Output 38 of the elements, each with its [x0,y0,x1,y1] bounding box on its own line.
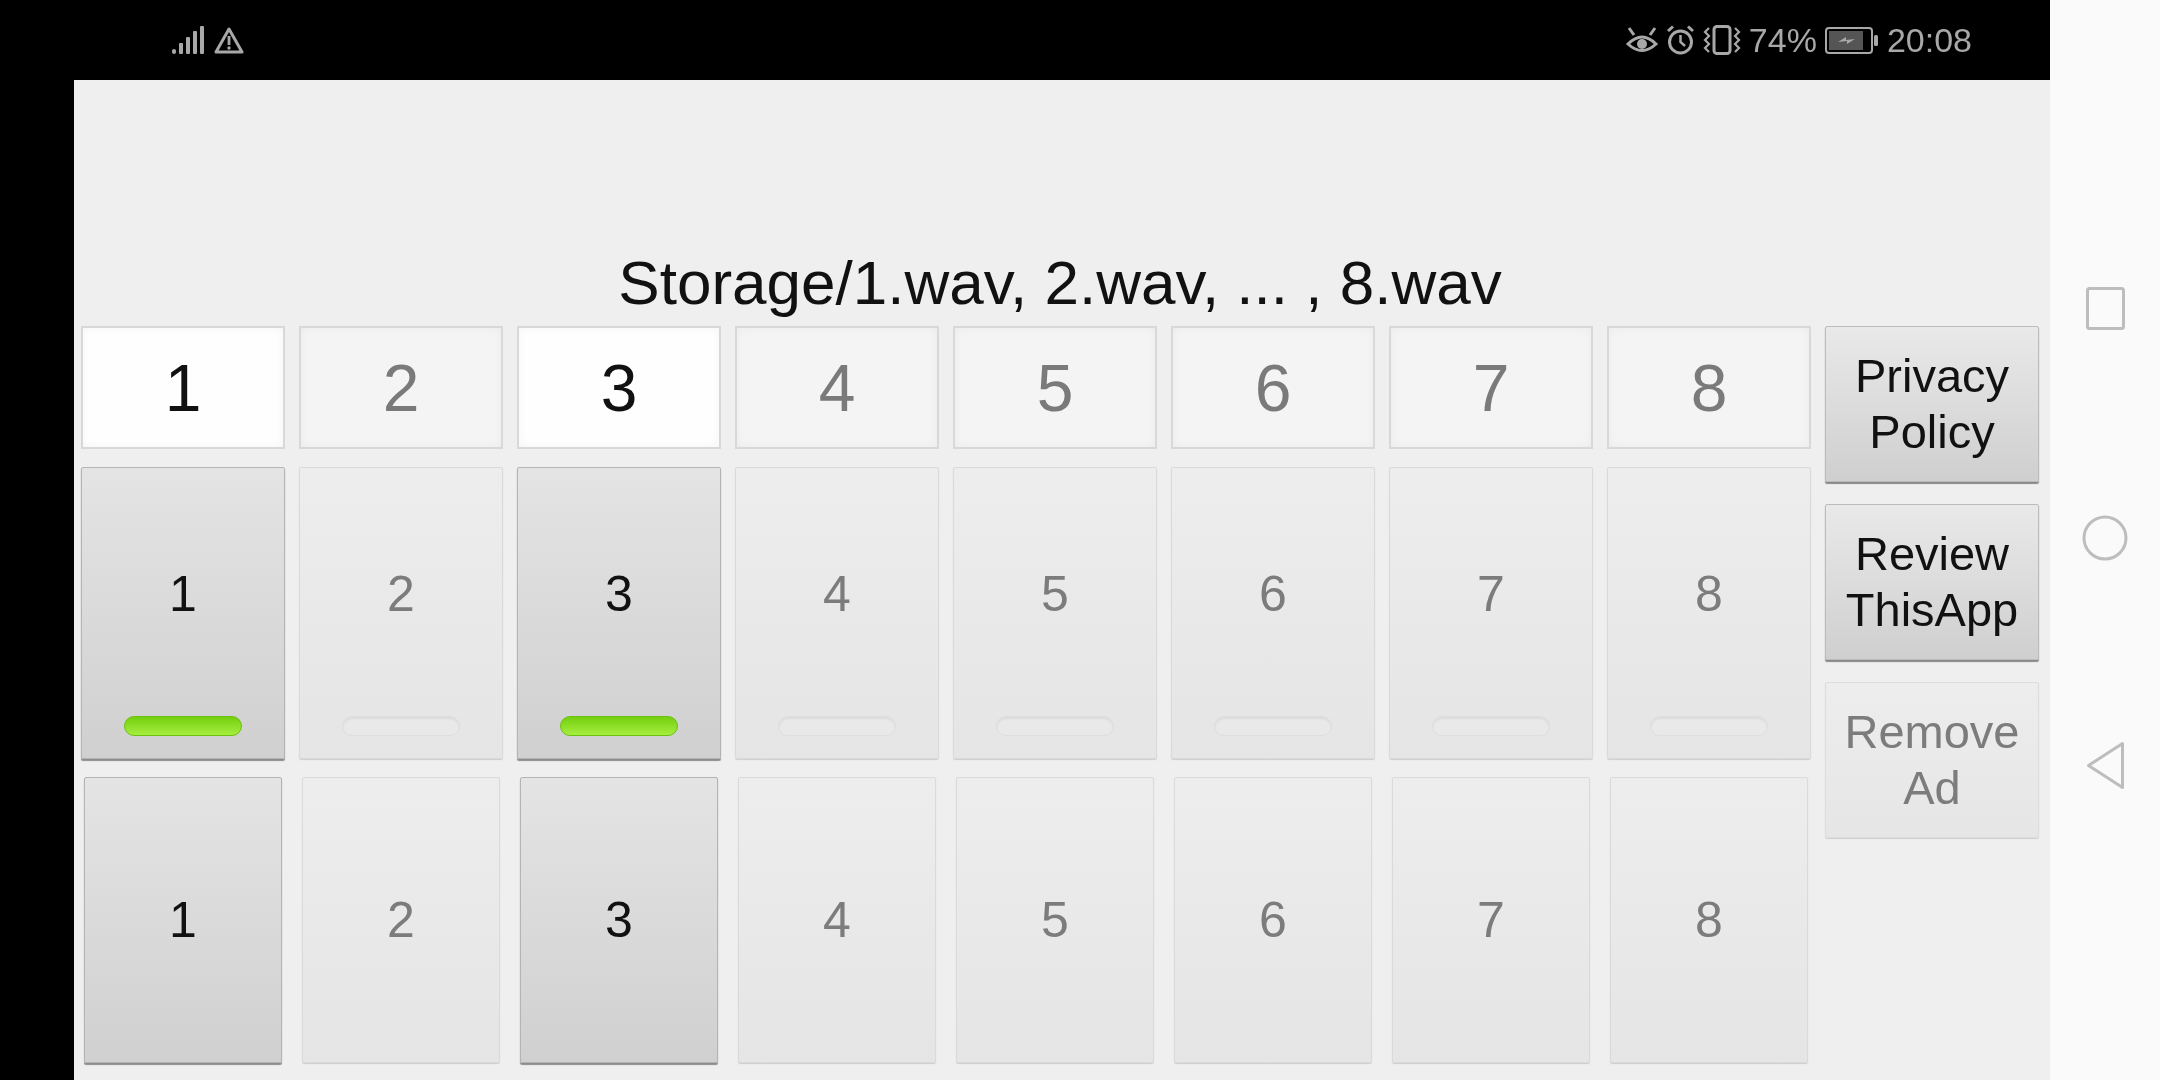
home-icon[interactable] [2082,515,2128,561]
pad-button[interactable]: 2 [299,467,503,759]
number-toggle[interactable]: 7 [1389,326,1593,449]
recent-apps-icon[interactable] [2085,287,2125,330]
battery-percentage: 74% [1748,20,1817,60]
pad-button[interactable]: 2 [302,777,500,1063]
pad-button[interactable]: 8 [1607,467,1811,759]
side-menu-button[interactable]: Privacy Policy [1825,326,2039,482]
number-toggle[interactable]: 4 [735,326,939,449]
number-toggle[interactable]: 1 [81,326,285,449]
pad-button[interactable]: 1 [84,777,282,1063]
pad-button[interactable]: 1 [81,467,285,759]
pad-button[interactable]: 5 [956,777,1154,1063]
pad-button[interactable]: 7 [1392,777,1590,1063]
number-toggle[interactable]: 8 [1607,326,1811,449]
side-menu-button[interactable]: Review ThisApp [1825,504,2039,660]
pad-button[interactable]: 3 [517,467,721,759]
pad-button[interactable]: 3 [520,777,718,1063]
back-icon[interactable] [2085,741,2125,790]
pad-button[interactable]: 8 [1610,777,1808,1063]
number-toggle[interactable]: 6 [1171,326,1375,449]
pad-button[interactable]: 7 [1389,467,1593,759]
number-toggle[interactable]: 2 [299,326,503,449]
charging-battery-icon [1824,26,1879,54]
pad-button[interactable]: 4 [738,777,936,1063]
vibrate-icon [1702,25,1741,55]
number-toggle[interactable]: 3 [517,326,721,449]
pad-button[interactable]: 6 [1174,777,1372,1063]
signal-icon [172,26,204,54]
pad-button[interactable]: 4 [735,467,939,759]
clock-time: 20:08 [1886,20,1972,60]
warning-icon [214,26,244,54]
alarm-clock-icon [1665,25,1695,55]
pad-button[interactable]: 5 [953,467,1157,759]
number-toggle[interactable]: 5 [953,326,1157,449]
pad-button[interactable]: 6 [1171,467,1375,759]
eye-icon [1625,25,1658,55]
file-path-title: Storage/1.wav, 2.wav, ... , 8.wav [618,247,1502,318]
